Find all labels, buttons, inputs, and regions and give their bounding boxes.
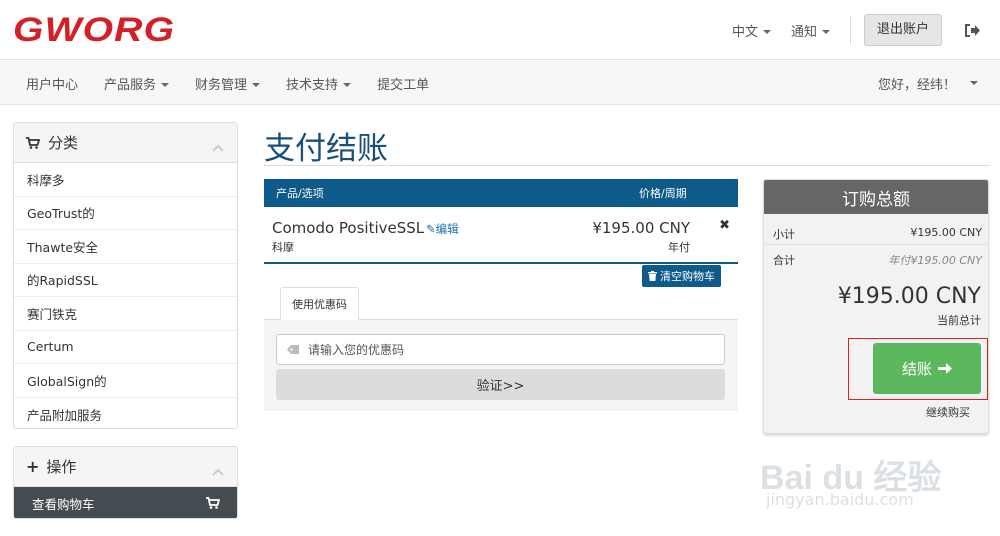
caret-down-icon <box>762 30 771 34</box>
brand-logo[interactable]: GWORG <box>13 13 175 47</box>
view-cart-label: 查看购物车 <box>32 496 95 512</box>
total-label: 合计 <box>773 254 795 267</box>
grand-total-label: 当前总计 <box>937 314 981 327</box>
nav-label: 产品服务 <box>104 77 157 93</box>
cart-icon <box>26 136 40 149</box>
arrow-right-icon <box>938 362 952 375</box>
category-item[interactable]: 产品附加服务 <box>14 398 237 429</box>
view-cart-item[interactable]: 查看购物车 <box>14 487 237 518</box>
chevron-up-icon[interactable] <box>212 462 224 480</box>
actions-title: 操作 <box>46 458 77 476</box>
order-summary-title: 订购总额 <box>764 180 988 214</box>
checkout-highlight-frame: 结账 <box>848 338 988 400</box>
category-item[interactable]: 科摩多 <box>14 163 237 197</box>
top-right-controls: 中文 通知 退出账户 <box>732 0 1000 60</box>
edit-label: 编辑 <box>435 222 459 236</box>
trash-icon <box>648 271 657 281</box>
notifications-label: 通知 <box>790 24 817 40</box>
nav-label: 提交工单 <box>377 77 430 93</box>
cart-item-row: Comodo PositiveSSL ✎编辑 科摩 ¥195.00 CNY 年付… <box>264 207 738 264</box>
product-column-header: 产品/选项 <box>276 187 324 200</box>
category-item[interactable]: 赛门铁克 <box>14 297 237 331</box>
language-dropdown[interactable]: 中文 <box>732 21 771 40</box>
checkout-button[interactable]: 结账 <box>873 343 981 394</box>
sign-out-icon[interactable] <box>962 20 982 40</box>
page-title: 支付结账 <box>264 131 388 167</box>
caret-down-icon <box>161 83 170 87</box>
divider <box>849 15 851 45</box>
order-summary-panel: 订购总额 小计 ¥195.00 CNY 合计 年付¥195.00 CNY ¥19… <box>763 179 989 434</box>
main-navbar: 用户中心 产品服务 财务管理 技术支持 提交工单 您好，经纬！ <box>0 61 1000 105</box>
subtotal-label: 小计 <box>773 228 795 241</box>
empty-cart-label: 清空购物车 <box>660 270 715 283</box>
category-item[interactable]: GeoTrust的 <box>14 197 237 230</box>
cart-table-header: 产品/选项 价格/周期 <box>264 179 738 207</box>
categories-title: 分类 <box>48 134 79 152</box>
category-item[interactable]: Thawte安全 <box>14 230 237 264</box>
baidu-watermark: Bai du 经验 jingyan.baidu.com <box>760 430 960 520</box>
promo-code-input[interactable]: 请输入您的优惠码 <box>276 334 725 365</box>
category-item[interactable]: GlobalSign的 <box>14 364 237 398</box>
total-value: 年付¥195.00 CNY <box>888 254 982 267</box>
empty-cart-button[interactable]: 清空购物车 <box>642 265 721 287</box>
logout-button[interactable]: 退出账户 <box>863 14 942 46</box>
tab-promo-code[interactable]: 使用优惠码 <box>280 287 359 320</box>
chevron-up-icon[interactable] <box>212 138 224 156</box>
promo-code-placeholder: 请输入您的优惠码 <box>308 343 405 357</box>
account-menu[interactable]: 您好，经纬！ <box>878 61 978 105</box>
notifications-dropdown[interactable]: 通知 <box>791 21 830 40</box>
remove-item-icon[interactable]: ✖ <box>719 218 730 233</box>
edit-product-link[interactable]: ✎编辑 <box>426 221 459 237</box>
category-item[interactable]: Certum <box>14 331 237 364</box>
nav-item-products[interactable]: 产品服务 <box>91 74 182 93</box>
subtotal-value: ¥195.00 CNY <box>910 226 982 239</box>
language-label: 中文 <box>731 24 758 40</box>
caret-down-icon <box>821 30 830 34</box>
nav-item-user-center[interactable]: 用户中心 <box>13 74 91 93</box>
continue-shopping-link[interactable]: 继续购买 <box>926 404 970 420</box>
nav-label: 用户中心 <box>26 77 79 93</box>
total-row: 合计 年付¥195.00 CNY <box>764 245 988 271</box>
product-price: ¥195.00 CNY <box>592 219 690 237</box>
watermark-url: jingyan.baidu.com <box>766 490 914 509</box>
greeting-text: 您好，经纬！ <box>877 77 956 93</box>
grand-total-amount: ¥195.00 CNY <box>837 284 981 309</box>
nav-item-submit-ticket[interactable]: 提交工单 <box>364 74 442 93</box>
title-divider <box>264 165 990 166</box>
subtotal-row: 小计 ¥195.00 CNY <box>764 219 988 245</box>
categories-panel-header[interactable]: 分类 <box>14 123 237 163</box>
caret-down-icon <box>970 81 978 85</box>
plus-icon: + <box>26 457 40 476</box>
billing-cycle: 年付 <box>668 241 690 254</box>
actions-panel-header[interactable]: + 操作 <box>14 447 237 487</box>
actions-panel: + 操作 查看购物车 <box>13 446 238 519</box>
top-header: GWORG 中文 通知 退出账户 <box>0 0 1000 60</box>
nav-item-finance[interactable]: 财务管理 <box>182 74 273 93</box>
cart-icon <box>206 497 220 509</box>
promo-code-panel: 请输入您的优惠码 验证>> <box>264 319 738 411</box>
nav-label: 财务管理 <box>195 77 248 93</box>
nav-label: 技术支持 <box>286 77 339 93</box>
caret-down-icon <box>252 83 261 87</box>
categories-panel: 分类 科摩多 GeoTrust的 Thawte安全 的RapidSSL 赛门铁克… <box>13 122 238 429</box>
pencil-icon: ✎ <box>426 222 436 236</box>
category-item[interactable]: 的RapidSSL <box>14 264 237 297</box>
product-name: Comodo PositiveSSL <box>272 219 425 237</box>
verify-promo-button[interactable]: 验证>> <box>276 369 725 400</box>
caret-down-icon <box>343 83 352 87</box>
tag-icon <box>287 344 300 355</box>
checkout-label: 结账 <box>901 360 932 378</box>
nav-item-support[interactable]: 技术支持 <box>273 74 364 93</box>
product-vendor: 科摩 <box>272 241 294 254</box>
price-column-header: 价格/周期 <box>639 187 687 200</box>
